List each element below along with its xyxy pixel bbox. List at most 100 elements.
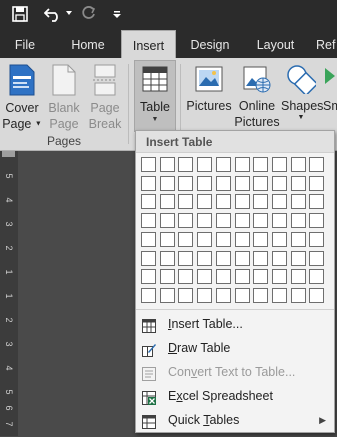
grid-cell[interactable]: [160, 251, 175, 266]
grid-cell[interactable]: [272, 157, 287, 172]
tab-design[interactable]: Design: [184, 30, 236, 58]
grid-cell[interactable]: [272, 269, 287, 284]
grid-cell[interactable]: [197, 251, 212, 266]
grid-cell[interactable]: [253, 213, 268, 228]
tab-insert[interactable]: Insert: [121, 30, 176, 58]
menu-item-insert-table[interactable]: Insert Table...: [136, 312, 334, 336]
smartart-button[interactable]: Sm: [323, 58, 337, 114]
grid-cell[interactable]: [235, 269, 250, 284]
grid-cell[interactable]: [291, 269, 306, 284]
grid-cell[interactable]: [253, 232, 268, 247]
grid-cell[interactable]: [216, 251, 231, 266]
grid-cell[interactable]: [253, 157, 268, 172]
grid-cell[interactable]: [216, 176, 231, 191]
grid-cell[interactable]: [309, 194, 324, 209]
shapes-button[interactable]: Shapes ▼: [281, 58, 323, 121]
grid-cell[interactable]: [141, 157, 156, 172]
grid-cell[interactable]: [291, 176, 306, 191]
grid-cell[interactable]: [291, 194, 306, 209]
table-button[interactable]: Table ▼: [134, 60, 176, 132]
grid-cell[interactable]: [216, 269, 231, 284]
grid-cell[interactable]: [309, 176, 324, 191]
tab-layout[interactable]: Layout: [248, 30, 303, 58]
grid-cell[interactable]: [291, 213, 306, 228]
grid-cell[interactable]: [216, 213, 231, 228]
grid-cell[interactable]: [178, 157, 193, 172]
grid-cell[interactable]: [197, 269, 212, 284]
cover-page-button[interactable]: Cover Page ▼: [2, 58, 42, 133]
menu-item-excel-spreadsheet[interactable]: Excel Spreadsheet: [136, 384, 334, 408]
grid-cell[interactable]: [160, 232, 175, 247]
grid-cell[interactable]: [141, 194, 156, 209]
grid-cell[interactable]: [141, 213, 156, 228]
grid-cell[interactable]: [272, 232, 287, 247]
grid-cell[interactable]: [197, 232, 212, 247]
grid-cell[interactable]: [291, 251, 306, 266]
tab-references[interactable]: Ref: [316, 30, 337, 58]
grid-cell[interactable]: [197, 176, 212, 191]
grid-cell[interactable]: [160, 213, 175, 228]
pictures-button[interactable]: Pictures: [186, 58, 232, 114]
grid-cell[interactable]: [309, 251, 324, 266]
grid-cell[interactable]: [235, 288, 250, 303]
grid-cell[interactable]: [253, 194, 268, 209]
menu-item-draw-table[interactable]: Draw Table: [136, 336, 334, 360]
grid-cell[interactable]: [178, 176, 193, 191]
grid-cell[interactable]: [197, 288, 212, 303]
tab-home[interactable]: Home: [62, 30, 114, 58]
grid-cell[interactable]: [160, 269, 175, 284]
grid-cell[interactable]: [235, 213, 250, 228]
grid-cell[interactable]: [178, 288, 193, 303]
grid-cell[interactable]: [141, 288, 156, 303]
grid-cell[interactable]: [160, 157, 175, 172]
grid-cell[interactable]: [141, 176, 156, 191]
save-icon[interactable]: [12, 6, 28, 22]
grid-cell[interactable]: [253, 288, 268, 303]
grid-cell[interactable]: [235, 157, 250, 172]
grid-cell[interactable]: [160, 194, 175, 209]
grid-cell[interactable]: [253, 269, 268, 284]
grid-cell[interactable]: [160, 288, 175, 303]
grid-cell[interactable]: [197, 157, 212, 172]
grid-cell[interactable]: [235, 232, 250, 247]
grid-cell[interactable]: [309, 269, 324, 284]
grid-cell[interactable]: [216, 194, 231, 209]
grid-cell[interactable]: [216, 157, 231, 172]
grid-cell[interactable]: [235, 176, 250, 191]
grid-cell[interactable]: [235, 251, 250, 266]
grid-cell[interactable]: [253, 251, 268, 266]
grid-cell[interactable]: [216, 288, 231, 303]
grid-cell[interactable]: [178, 269, 193, 284]
grid-cell[interactable]: [272, 251, 287, 266]
grid-cell[interactable]: [291, 157, 306, 172]
grid-cell[interactable]: [197, 194, 212, 209]
grid-cell[interactable]: [272, 194, 287, 209]
grid-cell[interactable]: [160, 176, 175, 191]
grid-cell[interactable]: [141, 269, 156, 284]
grid-cell[interactable]: [291, 232, 306, 247]
grid-cell[interactable]: [197, 213, 212, 228]
grid-cell[interactable]: [309, 288, 324, 303]
undo-dropdown-icon[interactable]: [66, 11, 72, 15]
grid-cell[interactable]: [272, 213, 287, 228]
grid-cell[interactable]: [253, 176, 268, 191]
grid-cell[interactable]: [178, 251, 193, 266]
grid-cell[interactable]: [291, 288, 306, 303]
grid-cell[interactable]: [141, 232, 156, 247]
grid-cell[interactable]: [309, 157, 324, 172]
grid-cell[interactable]: [272, 288, 287, 303]
grid-cell[interactable]: [216, 232, 231, 247]
grid-cell[interactable]: [272, 176, 287, 191]
grid-cell[interactable]: [178, 194, 193, 209]
grid-cell[interactable]: [309, 232, 324, 247]
grid-cell[interactable]: [141, 251, 156, 266]
grid-cell[interactable]: [178, 213, 193, 228]
undo-icon[interactable]: [44, 6, 62, 22]
customize-qat-icon[interactable]: [113, 11, 121, 19]
menu-item-quick-tables[interactable]: Quick Tables ▶: [136, 408, 334, 432]
grid-cell[interactable]: [178, 232, 193, 247]
grid-cell[interactable]: [309, 213, 324, 228]
online-pictures-button[interactable]: Online Pictures: [234, 58, 280, 130]
tab-file[interactable]: File: [0, 30, 50, 58]
grid-cell[interactable]: [235, 194, 250, 209]
